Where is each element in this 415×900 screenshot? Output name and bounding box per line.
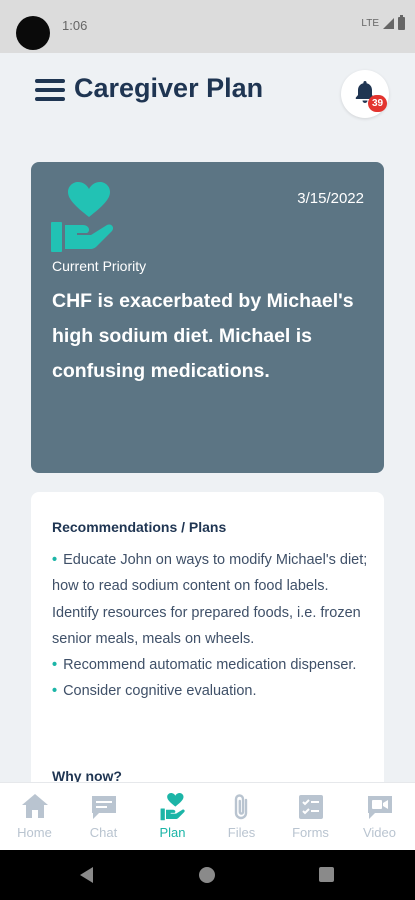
- recommendations-title: Recommendations / Plans: [52, 519, 227, 535]
- priority-date: 3/15/2022: [297, 190, 364, 207]
- home-button-icon[interactable]: [199, 867, 215, 883]
- paperclip-icon: [234, 794, 248, 820]
- bullet-icon: •: [52, 552, 58, 568]
- page-title: Caregiver Plan: [74, 73, 264, 103]
- recommendations-list: • Educate John on ways to modify Michael'…: [52, 547, 374, 705]
- camera-cutout: [16, 16, 50, 50]
- plan-icon: [160, 793, 185, 821]
- priority-text: CHF is exacerbated by Michael's high sod…: [52, 290, 354, 382]
- nav-home[interactable]: Home: [0, 783, 69, 851]
- home-icon: [22, 794, 48, 818]
- list-item: • Recommend automatic medication dispense…: [52, 657, 357, 674]
- heart-in-hand-icon: [51, 182, 114, 252]
- app-header: Caregiver Plan 39: [0, 53, 415, 135]
- priority-label: Current Priority: [52, 258, 147, 274]
- menu-icon[interactable]: [35, 79, 65, 101]
- list-item: • Educate John on ways to modify Michael'…: [52, 552, 368, 647]
- list-item: • Consider cognitive evaluation.: [52, 683, 257, 700]
- signal-icon: [383, 18, 394, 29]
- bullet-icon: •: [52, 657, 58, 674]
- battery-icon: [398, 15, 405, 30]
- nav-video[interactable]: Video: [345, 783, 414, 851]
- nav-plan[interactable]: Plan: [138, 783, 207, 851]
- forms-icon: [299, 795, 323, 819]
- chat-icon: [92, 796, 116, 819]
- status-bar: 1:06 LTE: [0, 0, 415, 53]
- current-priority-card: 3/15/2022 Current Priority CHF is exacer…: [31, 162, 384, 473]
- bullet-icon: •: [52, 683, 58, 700]
- recents-icon[interactable]: [319, 867, 334, 882]
- network-type: LTE: [361, 18, 379, 29]
- video-icon: [368, 796, 392, 819]
- notification-badge: 39: [368, 95, 387, 112]
- status-time: 1:06: [62, 18, 88, 33]
- system-nav-bar: [0, 850, 415, 900]
- bottom-nav: Home Chat Plan Files Forms Video: [0, 782, 415, 850]
- back-icon[interactable]: [80, 867, 93, 883]
- nav-chat[interactable]: Chat: [69, 783, 138, 851]
- status-icons: LTE: [361, 15, 405, 30]
- nav-files[interactable]: Files: [207, 783, 276, 851]
- recommendations-card: Recommendations / Plans • Educate John on…: [31, 492, 384, 812]
- nav-forms[interactable]: Forms: [276, 783, 345, 851]
- notifications-button[interactable]: 39: [341, 70, 389, 118]
